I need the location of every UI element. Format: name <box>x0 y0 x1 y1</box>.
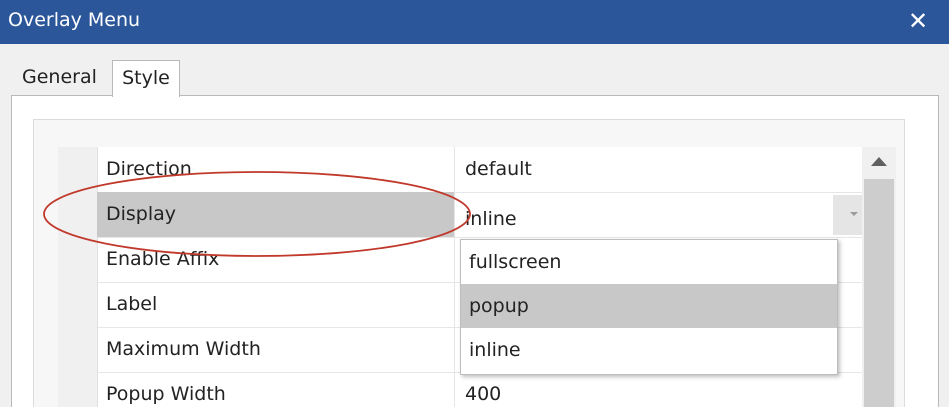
property-row-display[interactable]: Display inline <box>97 192 875 238</box>
tab-style[interactable]: Style <box>112 60 180 97</box>
property-name: Popup Width <box>97 372 455 407</box>
property-name: Maximum Width <box>97 327 455 372</box>
property-row-direction[interactable]: Direction default <box>97 147 875 193</box>
property-value[interactable]: default <box>465 147 865 192</box>
vertical-scrollbar[interactable] <box>862 147 896 407</box>
property-name: Direction <box>97 147 455 192</box>
scroll-up-button[interactable] <box>862 147 896 177</box>
scroll-thumb[interactable] <box>864 179 894 407</box>
option-popup[interactable]: popup <box>461 284 837 328</box>
scroll-up-arrow-icon <box>871 157 887 166</box>
property-name: Enable Affix <box>97 237 455 282</box>
window-title: Overlay Menu <box>8 9 141 31</box>
option-inline[interactable]: inline <box>461 328 837 372</box>
grid-gutter <box>58 147 98 407</box>
property-value[interactable]: 400 <box>465 372 865 407</box>
close-icon[interactable]: ✕ <box>905 5 931 37</box>
option-fullscreen[interactable]: fullscreen <box>461 240 837 284</box>
tab-general[interactable]: General <box>22 60 106 94</box>
property-row-popup-width[interactable]: Popup Width 400 <box>97 372 875 407</box>
property-name: Display <box>97 192 455 237</box>
display-options-list: fullscreen popup inline <box>460 239 838 375</box>
property-name: Label <box>97 282 455 327</box>
chevron-down-icon <box>850 212 858 216</box>
display-select-value[interactable]: inline <box>465 197 865 242</box>
overlay-menu-dialog: Overlay Menu ✕ General Style Direction d… <box>0 0 949 407</box>
title-bar: Overlay Menu ✕ <box>0 0 949 44</box>
